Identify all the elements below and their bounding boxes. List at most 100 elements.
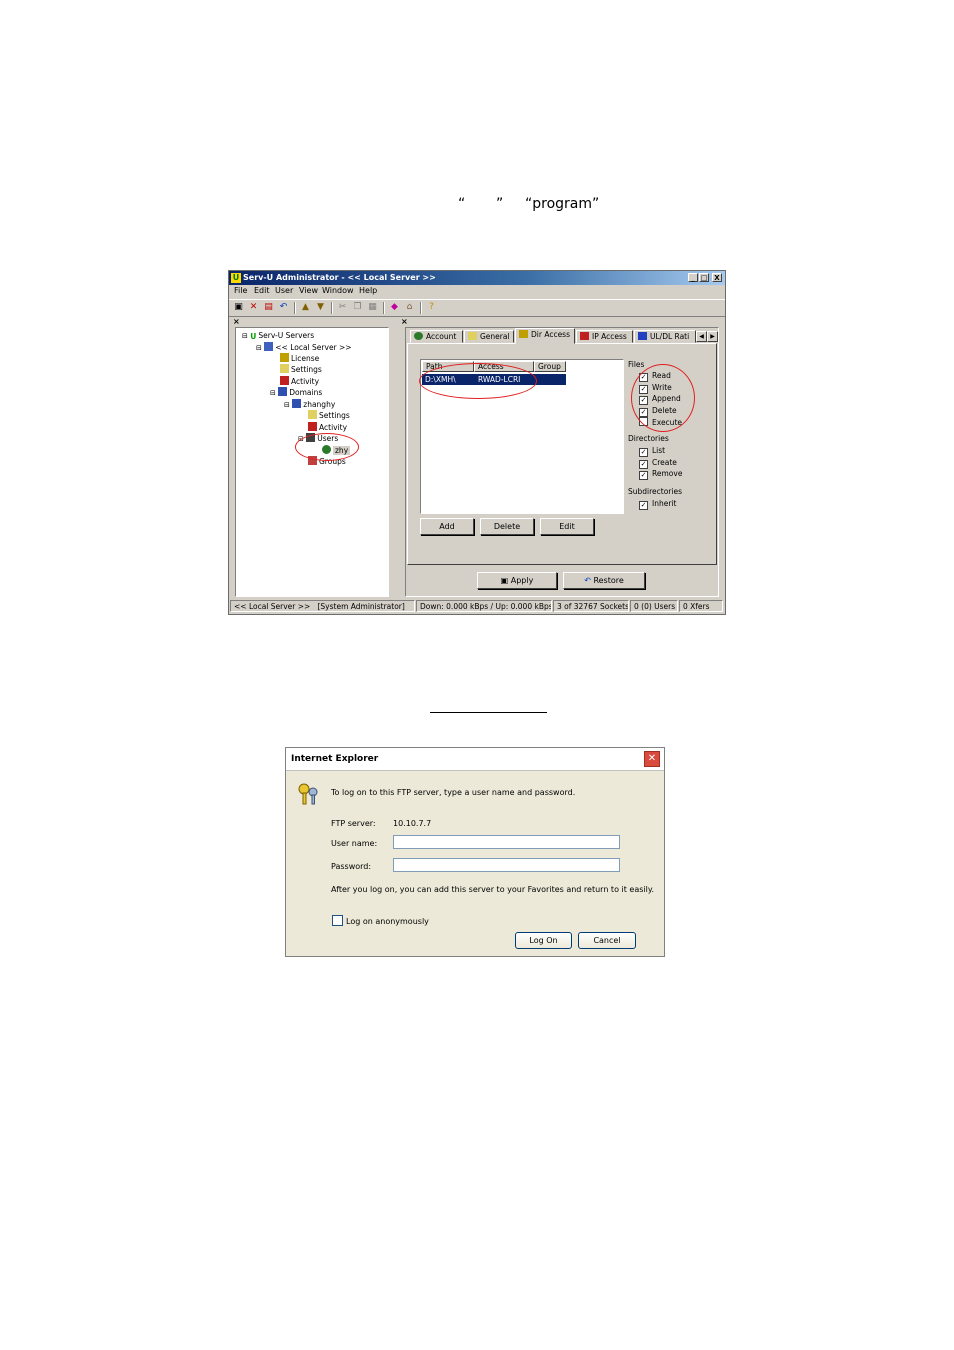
copy-icon[interactable]: ❐	[352, 302, 363, 313]
tree-node-license[interactable]: License	[280, 353, 319, 364]
tree-node-zhanghy[interactable]: ⊟ zhanghy	[284, 399, 335, 410]
checkbox-inherit[interactable]: ✓ Inherit	[639, 499, 676, 510]
ip-icon	[580, 332, 589, 340]
password-input[interactable]	[393, 858, 620, 872]
help-icon[interactable]: ?	[426, 302, 437, 313]
menubar: File Edit User View Window Help	[229, 285, 725, 297]
subdirectories-group-label: Subdirectories	[628, 487, 682, 496]
toolbar-separator	[331, 302, 333, 314]
cut-icon[interactable]: ✂	[337, 302, 348, 313]
undo-icon[interactable]: ↶	[278, 302, 289, 313]
tab-strip: Account General Dir Access IP Access UL/…	[410, 328, 718, 344]
anonymous-checkbox[interactable]: Log on anonymously	[332, 915, 429, 926]
tree-node-domain-settings[interactable]: Settings	[308, 410, 350, 421]
tab-scroll-right-icon[interactable]: ▶	[707, 331, 718, 342]
files-group-label: Files	[628, 360, 645, 369]
delete-icon[interactable]: ✕	[248, 302, 259, 313]
doc-underline	[430, 712, 547, 713]
dialog-intro-text: To log on to this FTP server, type a use…	[331, 788, 576, 797]
delete-button[interactable]: Delete	[480, 518, 534, 535]
restore-button[interactable]: ↶ Restore	[563, 572, 645, 589]
tab-general[interactable]: General	[464, 330, 514, 343]
highlight-ring-files	[631, 364, 695, 432]
status-server: << Local Server >> [System Administrator…	[230, 600, 415, 612]
toolbar-separator	[420, 302, 422, 314]
status-bar: << Local Server >> [System Administrator…	[229, 599, 725, 614]
down-icon[interactable]: ▼	[315, 302, 326, 313]
minimize-button[interactable]: _	[688, 273, 698, 282]
tree-close-icon[interactable]: ×	[233, 317, 240, 326]
checkbox-create[interactable]: ✓ Create	[639, 458, 677, 469]
cancel-button[interactable]: Cancel	[578, 932, 636, 949]
doc-quote-open: “	[458, 196, 466, 212]
apply-button[interactable]: ▣ Apply	[477, 572, 557, 589]
menu-edit[interactable]: Edit	[254, 286, 270, 295]
user-name-label: User name:	[331, 839, 378, 848]
tree-node-domains[interactable]: ⊟ Domains	[270, 387, 322, 398]
servu-u-icon: U	[250, 332, 257, 341]
maximize-button[interactable]: □	[699, 273, 709, 282]
servu-title: Serv-U Administrator - << Local Server >…	[243, 273, 436, 282]
general-icon	[468, 332, 477, 340]
paste-icon[interactable]: ▦	[367, 302, 378, 313]
status-transfer-rate: Down: 0.000 kBps / Up: 0.000 kBps	[416, 600, 552, 612]
save-icon[interactable]: ▣	[233, 302, 244, 313]
menu-window[interactable]: Window	[322, 286, 354, 295]
tab-scroll-left-icon[interactable]: ◀	[696, 331, 707, 342]
activity-icon	[280, 376, 289, 385]
highlight-ring-path	[419, 363, 537, 399]
directories-group-label: Directories	[628, 434, 669, 443]
after-logon-text: After you log on, you can add this serve…	[331, 885, 654, 894]
toolbar-separator	[294, 302, 296, 314]
connect-icon[interactable]: ◆	[389, 302, 400, 313]
tree-pane: ⊟ U Serv-U Servers ⊟ << Local Server >> L…	[235, 327, 389, 597]
tab-ul-dl-ratio[interactable]: UL/DL Rati	[634, 330, 696, 343]
settings-icon	[308, 410, 317, 419]
house-icon[interactable]: ⌂	[404, 302, 415, 313]
checkbox-box	[332, 915, 343, 926]
doc-quote-close: ”	[496, 196, 504, 212]
tree-node-local-server[interactable]: ⊟ << Local Server >>	[256, 342, 352, 353]
pane-close-icon[interactable]: ×	[401, 317, 408, 326]
account-icon	[414, 332, 423, 340]
key-icon	[280, 353, 289, 362]
up-icon[interactable]: ▲	[300, 302, 311, 313]
tree-node-domain-activity[interactable]: Activity	[308, 422, 347, 433]
menu-view[interactable]: View	[299, 286, 318, 295]
column-header-group[interactable]: Group	[534, 361, 566, 372]
ftp-server-label: FTP server:	[331, 819, 376, 828]
menu-user[interactable]: User	[275, 286, 293, 295]
menu-help[interactable]: Help	[359, 286, 377, 295]
tab-account[interactable]: Account	[410, 330, 463, 343]
add-button[interactable]: Add	[420, 518, 474, 535]
tab-dir-access[interactable]: Dir Access	[515, 328, 575, 344]
checkbox-remove[interactable]: ✓ Remove	[639, 469, 682, 480]
tree-node-settings[interactable]: Settings	[280, 364, 322, 375]
dialog-close-button[interactable]: ✕	[644, 751, 660, 767]
user-name-input[interactable]	[393, 835, 620, 849]
rename-icon[interactable]: ▤	[263, 302, 274, 313]
log-on-button[interactable]: Log On	[515, 932, 572, 949]
close-button[interactable]: X	[712, 273, 722, 282]
edit-button[interactable]: Edit	[540, 518, 594, 535]
tree-node-servers[interactable]: ⊟ U Serv-U Servers	[242, 331, 314, 341]
dialog-title: Internet Explorer	[291, 754, 379, 764]
check-icon: ✓	[639, 471, 648, 480]
tab-ip-access[interactable]: IP Access	[576, 330, 633, 343]
ratio-icon	[638, 332, 647, 340]
lock-icon	[519, 330, 528, 338]
domains-icon	[278, 387, 288, 396]
domain-icon	[292, 399, 302, 408]
menu-file[interactable]: File	[234, 286, 247, 295]
keys-icon	[296, 782, 320, 806]
tree-node-activity[interactable]: Activity	[280, 376, 319, 387]
check-icon: ✓	[639, 460, 648, 469]
settings-icon	[280, 364, 289, 373]
servu-app-icon: U	[231, 273, 241, 283]
status-xfers: 0 Xfers	[679, 600, 723, 612]
doc-quoted-word: “program”	[525, 196, 600, 212]
checkbox-list[interactable]: ✓ List	[639, 446, 665, 457]
floppy-icon: ▣	[500, 576, 509, 585]
computer-icon	[264, 342, 274, 351]
password-label: Password:	[331, 862, 372, 871]
